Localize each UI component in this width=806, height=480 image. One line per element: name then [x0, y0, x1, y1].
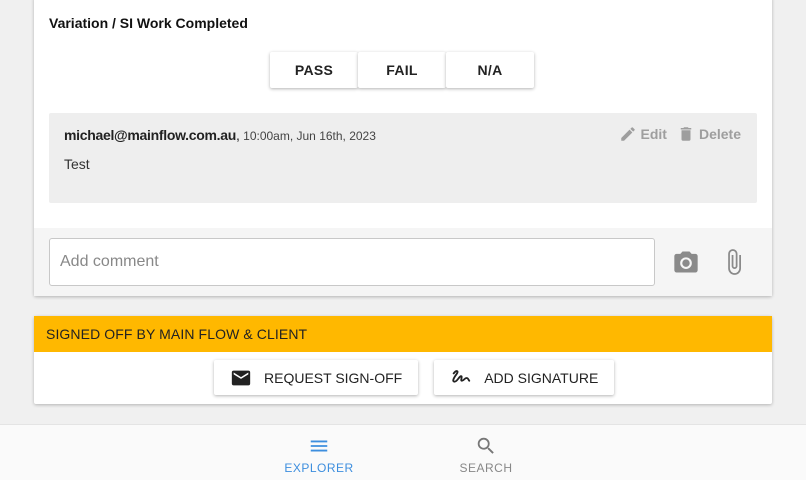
signoff-actions: REQUEST SIGN-OFF ADD SIGNATURE	[214, 360, 630, 395]
comment-actions: Edit Delete	[609, 125, 741, 143]
paperclip-icon	[728, 249, 741, 275]
add-comment-input[interactable]	[49, 238, 655, 286]
request-signoff-button[interactable]: REQUEST SIGN-OFF	[214, 360, 419, 395]
camera-icon	[674, 251, 698, 273]
add-comment-area	[34, 228, 772, 296]
edit-comment-button[interactable]: Edit	[619, 125, 667, 143]
inspection-item-card: Variation / SI Work Completed PASS FAIL …	[34, 0, 772, 296]
signoff-status-text: SIGNED OFF BY MAIN FLOW & CLIENT	[46, 326, 308, 342]
pencil-icon	[620, 127, 635, 141]
trash-icon	[680, 127, 692, 141]
item-title: Variation / SI Work Completed	[49, 15, 248, 31]
nav-search[interactable]: SEARCH	[431, 433, 541, 475]
add-signature-button[interactable]: ADD SIGNATURE	[434, 360, 615, 395]
signoff-status-bar: SIGNED OFF BY MAIN FLOW & CLIENT	[34, 316, 772, 352]
signature-icon	[452, 369, 471, 383]
comment-separator: ,	[235, 127, 240, 143]
signoff-card: SIGNED OFF BY MAIN FLOW & CLIENT REQUEST…	[34, 316, 772, 404]
add-signature-label: ADD SIGNATURE	[484, 369, 599, 386]
attach-button[interactable]	[720, 248, 748, 281]
pass-button[interactable]: PASS	[270, 52, 358, 88]
menu-icon	[310, 440, 328, 452]
comment-author: michael@mainflow.com.au	[64, 127, 236, 143]
delete-comment-button[interactable]: Delete	[677, 125, 741, 143]
nav-explorer[interactable]: EXPLORER	[264, 433, 374, 475]
edit-label: Edit	[640, 126, 667, 142]
request-signoff-label: REQUEST SIGN-OFF	[264, 369, 403, 386]
bottom-navigation: EXPLORER SEARCH	[0, 424, 806, 480]
comment-header: michael@mainflow.com.au, 10:00am, Jun 16…	[64, 127, 376, 143]
search-icon	[477, 437, 494, 454]
delete-label: Delete	[698, 126, 741, 142]
nav-search-label: SEARCH	[459, 461, 513, 475]
na-button[interactable]: N/A	[446, 52, 534, 88]
comment-timestamp: 10:00am, Jun 16th, 2023	[243, 129, 376, 143]
camera-button[interactable]	[672, 248, 700, 281]
comment-entry: michael@mainflow.com.au, 10:00am, Jun 16…	[49, 113, 757, 203]
comment-text: Test	[64, 156, 90, 172]
result-toggle-group: PASS FAIL N/A	[270, 52, 534, 88]
nav-explorer-label: EXPLORER	[284, 461, 354, 475]
envelope-icon	[231, 370, 251, 385]
fail-button[interactable]: FAIL	[358, 52, 446, 88]
